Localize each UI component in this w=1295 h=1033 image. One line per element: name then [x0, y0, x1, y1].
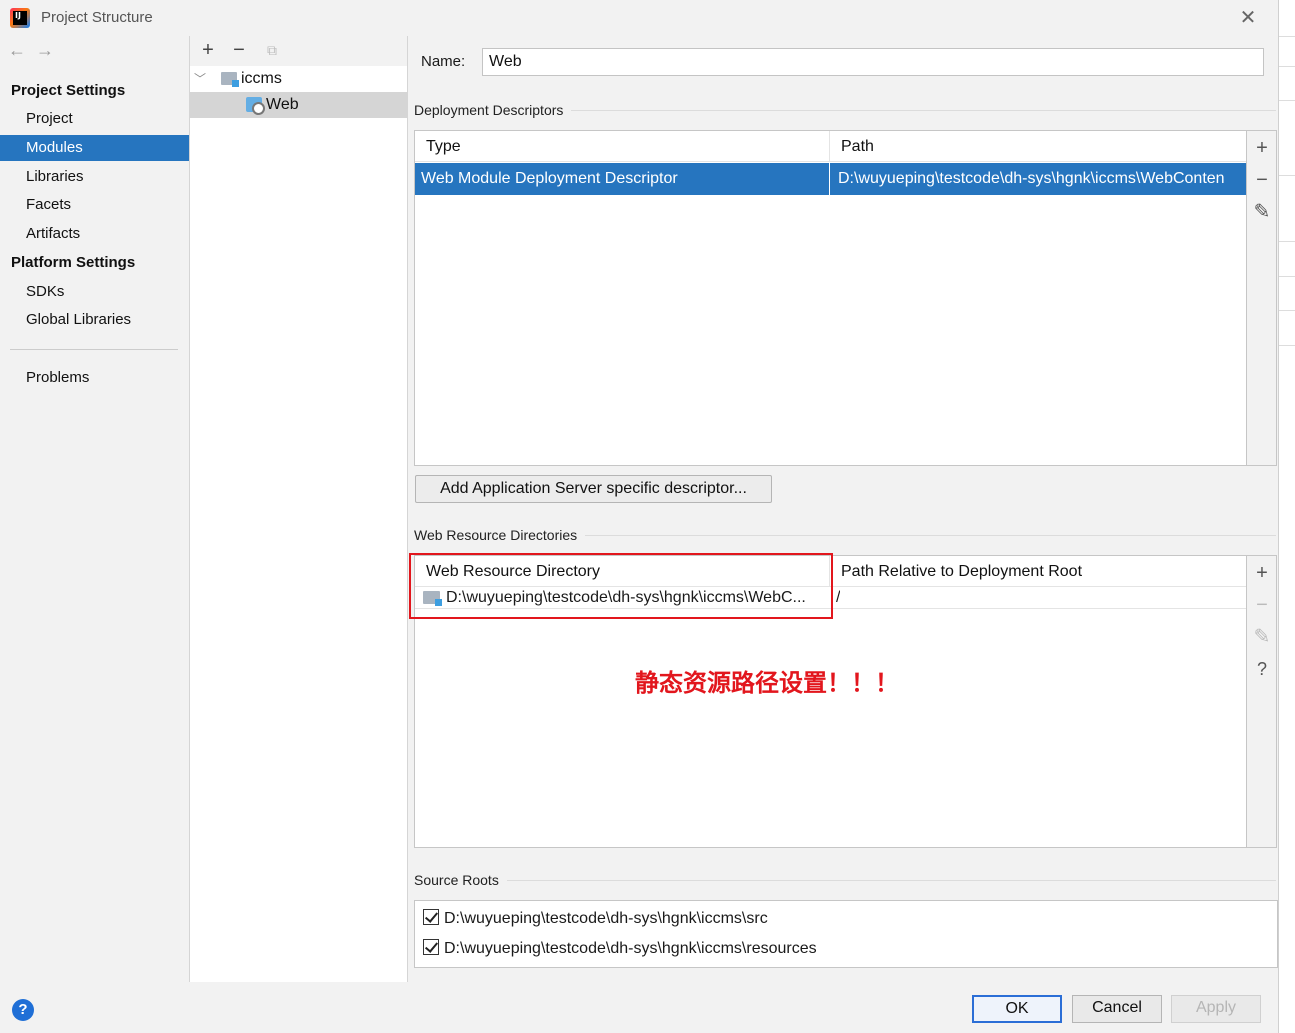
table-row[interactable]: Web Module Deployment Descriptor D:\wuyu…: [415, 163, 1246, 195]
highlight-annotation-box: [409, 553, 833, 619]
checkbox-checked[interactable]: [423, 938, 439, 955]
background-window-edge: [1278, 0, 1295, 1033]
add-module-button[interactable]: +: [197, 39, 219, 61]
title-bar: IJ Project Structure ✕: [0, 0, 1278, 36]
web-resource-side-toolbar: + − ✎ ?: [1247, 555, 1277, 848]
name-label: Name:: [421, 53, 466, 70]
nav-item-sdks[interactable]: SDKs: [0, 279, 189, 305]
window-title: Project Structure: [41, 9, 153, 26]
apply-button[interactable]: Apply: [1171, 995, 1261, 1023]
back-arrow-icon[interactable]: ←: [6, 40, 28, 61]
tree-toolbar: + − ⧉: [190, 36, 407, 66]
copy-module-icon[interactable]: ⧉: [261, 39, 283, 61]
source-roots-list: D:\wuyueping\testcode\dh-sys\hgnk\iccms\…: [414, 900, 1278, 968]
nav-item-facets[interactable]: Facets: [0, 192, 189, 218]
project-settings-heading: Project Settings: [11, 82, 126, 99]
settings-nav: ← → Project Settings Project Modules Libr…: [0, 36, 189, 982]
tree-label-web: Web: [266, 96, 299, 113]
tree-node-iccms[interactable]: ﹀ iccms: [190, 66, 407, 92]
facet-settings-panel: Name: Web Deployment Descriptors Type Pa…: [409, 36, 1278, 982]
relative-path-cell: /: [836, 589, 841, 606]
add-descriptor-button[interactable]: +: [1247, 133, 1277, 163]
intellij-app-icon: IJ: [10, 8, 30, 28]
chevron-down-icon[interactable]: ﹀: [194, 66, 206, 92]
nav-item-artifacts[interactable]: Artifacts: [0, 221, 189, 247]
source-roots-divider: [414, 880, 1276, 881]
remove-module-button[interactable]: −: [228, 39, 250, 61]
dialog-button-bar: ? OK Cancel Apply: [0, 982, 1278, 1033]
web-facet-icon: [246, 97, 265, 115]
deployment-table: Type Path Web Module Deployment Descript…: [414, 130, 1247, 466]
list-item[interactable]: D:\wuyueping\testcode\dh-sys\hgnk\iccms\…: [423, 938, 817, 960]
source-root-path: D:\wuyueping\testcode\dh-sys\hgnk\iccms\…: [444, 940, 817, 957]
descriptor-path-cell: D:\wuyueping\testcode\dh-sys\hgnk\iccms\…: [829, 163, 1246, 195]
edit-pencil-icon[interactable]: ✎: [1247, 622, 1277, 652]
edit-pencil-icon[interactable]: ✎: [1247, 197, 1277, 227]
column-header-path[interactable]: Path: [829, 131, 1246, 162]
column-header-relative-path[interactable]: Path Relative to Deployment Root: [829, 556, 1246, 587]
tree-label-iccms: iccms: [241, 70, 282, 87]
annotation-text: 静态资源路径设置！！！: [635, 669, 899, 697]
help-question-icon[interactable]: ?: [1247, 654, 1277, 684]
nav-item-modules[interactable]: Modules: [0, 135, 189, 161]
nav-item-project[interactable]: Project: [0, 106, 189, 132]
tree-node-web[interactable]: Web: [190, 92, 407, 118]
deployment-descriptors-title: Deployment Descriptors: [414, 102, 572, 118]
forward-arrow-icon[interactable]: →: [34, 40, 56, 61]
descriptor-type-cell: Web Module Deployment Descriptor: [421, 170, 678, 187]
nav-item-libraries[interactable]: Libraries: [0, 164, 189, 190]
source-root-path: D:\wuyueping\testcode\dh-sys\hgnk\iccms\…: [444, 910, 768, 927]
list-item[interactable]: D:\wuyueping\testcode\dh-sys\hgnk\iccms\…: [423, 908, 768, 930]
checkbox-checked[interactable]: [423, 908, 439, 925]
module-folder-icon: [221, 72, 239, 87]
module-tree: + − ⧉ ﹀ iccms Web: [189, 36, 408, 982]
nav-divider: [10, 349, 178, 350]
close-icon[interactable]: ✕: [1236, 6, 1260, 30]
ok-button[interactable]: OK: [972, 995, 1062, 1023]
add-web-resource-button[interactable]: +: [1247, 558, 1277, 588]
platform-settings-heading: Platform Settings: [11, 254, 136, 271]
nav-item-problems[interactable]: Problems: [0, 365, 189, 391]
remove-web-resource-button[interactable]: −: [1247, 590, 1277, 620]
web-resource-directories-title: Web Resource Directories: [414, 527, 586, 543]
deployment-side-toolbar: + − ✎: [1247, 130, 1277, 466]
source-roots-title: Source Roots: [414, 872, 507, 888]
cancel-button[interactable]: Cancel: [1072, 995, 1162, 1023]
add-server-descriptor-button[interactable]: Add Application Server specific descript…: [415, 475, 772, 503]
nav-arrows: ← →: [6, 40, 62, 64]
column-header-type[interactable]: Type: [415, 131, 829, 162]
name-field[interactable]: Web: [482, 48, 1264, 76]
help-icon[interactable]: ?: [12, 999, 34, 1021]
remove-descriptor-button[interactable]: −: [1247, 165, 1277, 195]
nav-item-global-libraries[interactable]: Global Libraries: [0, 307, 189, 333]
